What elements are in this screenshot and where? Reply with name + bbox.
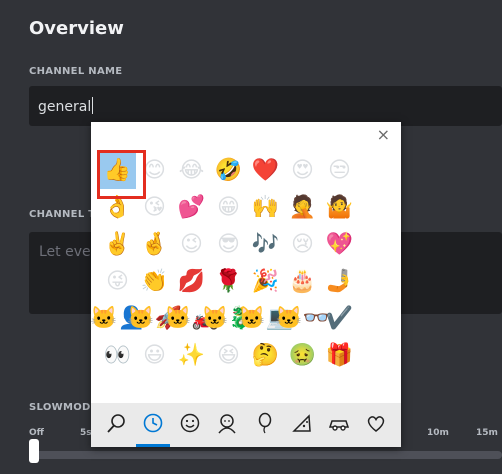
emoji-cell[interactable]: 🎶 (247, 226, 284, 263)
search-tab[interactable] (101, 410, 131, 440)
emoji-cell[interactable]: 😆 (210, 337, 247, 374)
recent-clock-icon (142, 412, 164, 438)
emoji-row: 👌 😘 💕 😁 🙌 🤦 🤷 (99, 189, 358, 226)
emoji-picker: × 👍 😊 😂 🤣 ❤️ 😍 😒 👌 😘 💕 😁 🙌 🤦 🤷 ✌️ 🤞 😉 😎 🎶 😢 💖 😜 👏 💋 🌹 🎉 🎂 🤳 🐱‍👤 🐱‍🚀 🐱‍… (91, 122, 401, 447)
car-tab[interactable] (324, 410, 354, 440)
emoji-cell[interactable]: 😂 (173, 152, 210, 189)
slowmode-tick-5s: 5s (80, 428, 92, 438)
emoji-cell[interactable]: 😊 (136, 152, 173, 189)
emoji-cell[interactable]: ✨ (173, 337, 210, 374)
person-icon (216, 412, 238, 438)
emoji-cell[interactable]: 🤳 (321, 263, 358, 300)
smiley-tab[interactable] (175, 410, 205, 440)
slowmode-tick-15m: 15m (476, 428, 498, 438)
emoji-cell[interactable]: 👌 (99, 189, 136, 226)
slowmode-tick-10m: 10m (427, 428, 449, 438)
balloon-icon (254, 412, 276, 438)
close-icon[interactable]: × (377, 125, 390, 144)
emoji-row: 😜 👏 💋 🌹 🎉 🎂 🤳 (99, 263, 358, 300)
channel-name-value: general (38, 99, 92, 115)
balloon-tab[interactable] (250, 410, 280, 440)
slowmode-tick-off: Off (29, 428, 44, 438)
emoji-row: 👍 😊 😂 🤣 ❤️ 😍 😒 (99, 152, 358, 189)
emoji-cell[interactable]: 🤣 (210, 152, 247, 189)
emoji-row: ✌️ 🤞 😉 😎 🎶 😢 💖 (99, 226, 358, 263)
emoji-cell[interactable]: 😎 (210, 226, 247, 263)
emoji-cell[interactable]: 🤷 (321, 189, 358, 226)
heart-icon (365, 412, 387, 438)
emoji-cell[interactable]: 😘 (136, 189, 173, 226)
emoji-cell[interactable]: 🤦 (284, 189, 321, 226)
emoji-row: 👀 😃 ✨ 😆 🤔 🤢 🎁 (99, 337, 358, 374)
emoji-cell[interactable]: 💖 (321, 226, 358, 263)
slowmode-slider-thumb[interactable] (29, 439, 39, 463)
channel-name-input[interactable]: general (29, 86, 502, 126)
emoji-cell[interactable]: 👀 (99, 337, 136, 374)
smiley-icon (179, 412, 201, 438)
emoji-cell[interactable]: 🎉 (247, 263, 284, 300)
emoji-cell[interactable]: 🎂 (284, 263, 321, 300)
emoji-cell[interactable]: 🌹 (210, 263, 247, 300)
emoji-cell[interactable]: 💕 (173, 189, 210, 226)
page-title: Overview (29, 18, 124, 39)
search-icon (105, 412, 127, 438)
emoji-cell[interactable]: 🐱‍👓 (275, 300, 330, 337)
emoji-cell[interactable]: 👏 (136, 263, 173, 300)
heart-tab[interactable] (361, 410, 391, 440)
pizza-tab[interactable] (287, 410, 317, 440)
emoji-cell[interactable]: ✌️ (99, 226, 136, 263)
car-icon (328, 412, 350, 438)
emoji-grid: 👍 😊 😂 🤣 ❤️ 😍 😒 👌 😘 💕 😁 🙌 🤦 🤷 ✌️ 🤞 😉 😎 🎶 😢 💖 😜 👏 💋 🌹 🎉 🎂 🤳 🐱‍👤 🐱‍🚀 🐱‍🏍 🐱… (91, 152, 358, 374)
channel-name-label: CHANNEL NAME (29, 66, 123, 77)
emoji-cell[interactable]: 😍 (284, 152, 321, 189)
emoji-cell[interactable]: 😒 (321, 152, 358, 189)
emoji-cell[interactable]: 👍 (99, 152, 136, 189)
emoji-cell[interactable]: 😜 (99, 263, 136, 300)
emoji-cell[interactable]: 😉 (173, 226, 210, 263)
slowmode-label: SLOWMODE (29, 402, 98, 413)
pizza-icon (291, 412, 313, 438)
emoji-cell[interactable]: ✔️ (321, 300, 358, 337)
emoji-cell[interactable]: 😃 (136, 337, 173, 374)
emoji-cell[interactable]: 🤔 (247, 337, 284, 374)
emoji-cell[interactable]: 🤢 (284, 337, 321, 374)
emoji-cell[interactable]: 😢 (284, 226, 321, 263)
emoji-cell[interactable]: 🎁 (321, 337, 358, 374)
person-tab[interactable] (212, 410, 242, 440)
emoji-cell[interactable]: ❤️ (247, 152, 284, 189)
emoji-row: 🐱‍👤 🐱‍🚀 🐱‍🏍 🐱‍🐉 🐱‍💻 🐱‍👓 ✔️ (91, 300, 358, 337)
emoji-cell[interactable]: 💋 (173, 263, 210, 300)
emoji-category-tabs (91, 403, 401, 447)
emoji-cell[interactable]: 😁 (210, 189, 247, 226)
emoji-cell[interactable]: 🙌 (247, 189, 284, 226)
recent-clock-tab[interactable] (135, 410, 170, 447)
slowmode-slider-track[interactable] (29, 451, 502, 459)
text-caret (92, 97, 94, 114)
emoji-cell[interactable]: 🤞 (136, 226, 173, 263)
